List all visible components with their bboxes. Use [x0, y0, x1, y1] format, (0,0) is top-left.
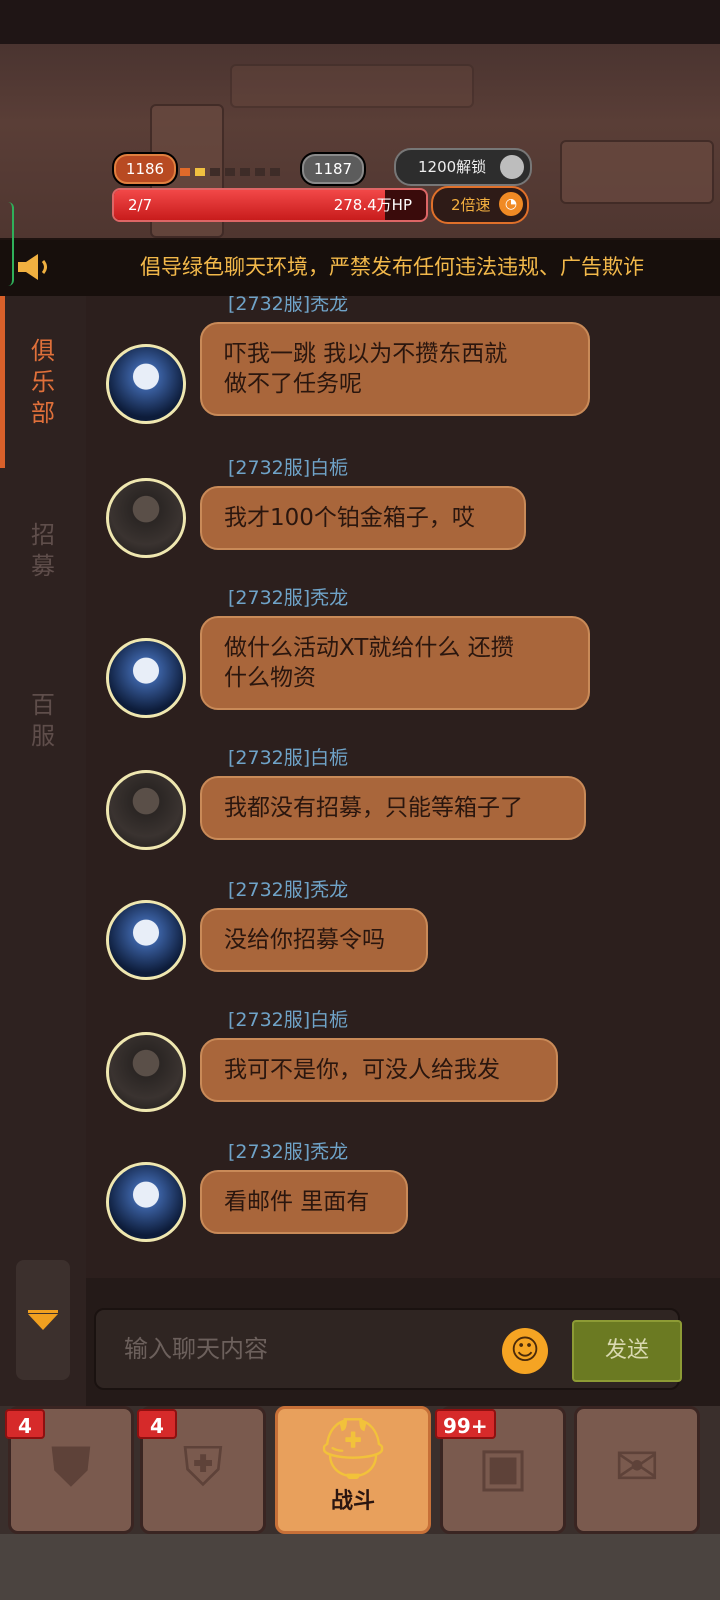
message-bubble: 没给你招募令吗 — [200, 908, 428, 972]
sender-name: [2732服]白栀 — [228, 747, 349, 769]
chest-armor-icon: ⛨ — [182, 1435, 224, 1498]
speed-label: 2倍速 — [451, 196, 491, 214]
nav-battle-button[interactable]: ⛑ 战斗 — [275, 1406, 431, 1534]
nav-battle-label: 战斗 — [330, 1489, 375, 1514]
wolf-moon-avatar[interactable] — [106, 344, 186, 424]
chat-input-placeholder: 输入聊天内容 — [124, 1335, 268, 1363]
system-nav-strip — [0, 1534, 720, 1600]
notice-banner: 倡导绿色聊天环境，严禁发布任何违法违规、广告欺诈 — [0, 238, 720, 296]
unlock-button[interactable]: 1200解锁 — [394, 148, 532, 186]
scroll-bottom-line — [28, 1310, 58, 1313]
notification-badge: 99+ — [435, 1409, 496, 1439]
side-edge-marker — [0, 202, 14, 286]
tab-club[interactable]: 俱乐部 — [26, 336, 60, 429]
sender-name: [2732服]秃龙 — [228, 879, 349, 901]
notification-badge: 4 — [137, 1409, 177, 1439]
nav-chest-button[interactable]: ▣ 99+ — [435, 1406, 566, 1534]
next-level-badge: 1187 — [300, 152, 366, 186]
wolf-moon-avatar[interactable] — [106, 1162, 186, 1242]
chat-message-list[interactable]: [2732服]秃龙 吓我一跳 我以为不攒东西就 做不了任务呢 [2732服]白栀… — [86, 296, 720, 1278]
active-tab-indicator — [0, 296, 5, 468]
scroll-to-bottom-button[interactable] — [16, 1260, 70, 1380]
unlock-label: 1200解锁 — [418, 158, 487, 176]
arrow-down-icon — [28, 1314, 58, 1330]
sender-name: [2732服]秃龙 — [228, 1141, 349, 1163]
sender-name: [2732服]白栀 — [228, 457, 349, 479]
boss-hp-bar: 2/7 278.4万HP — [112, 188, 428, 222]
tab-recruit[interactable]: 招募 — [26, 520, 60, 582]
speaker-icon — [18, 254, 47, 280]
ghost-icon — [500, 155, 524, 179]
status-bar — [0, 0, 720, 44]
message-bubble: 我可不是你，可没人给我发 — [200, 1038, 558, 1102]
current-level-badge: 1186 — [112, 152, 178, 186]
scroll-map-icon: ✉ — [614, 1435, 660, 1498]
message-bubble: 我才100个铂金箱子，哎 — [200, 486, 526, 550]
message-bubble: 吓我一跳 我以为不攒东西就 做不了任务呢 — [200, 322, 590, 416]
sender-name: [2732服]白栀 — [228, 1009, 349, 1031]
notice-text: 倡导绿色聊天环境，严禁发布任何违法违规、广告欺诈 — [140, 255, 644, 279]
level-progress-dots — [180, 161, 298, 176]
armor-icon: ⛊ — [50, 1435, 92, 1498]
young-man-avatar[interactable] — [106, 770, 186, 850]
wave-counter: 2/7 — [128, 196, 153, 214]
send-button[interactable]: 发送 — [572, 1320, 682, 1382]
young-man-avatar[interactable] — [106, 478, 186, 558]
nav-equipment-button[interactable]: ⛨ 4 — [137, 1406, 266, 1534]
battle-helmet-icon: ⛑ — [314, 1414, 392, 1484]
message-bubble: 我都没有招募，只能等箱子了 — [200, 776, 586, 840]
speedometer-icon: ◔ — [499, 192, 523, 216]
sender-name: [2732服]秃龙 — [228, 587, 349, 609]
message-bubble: 看邮件 里面有 — [200, 1170, 408, 1234]
young-man-avatar[interactable] — [106, 1032, 186, 1112]
chat-input-row: 输入聊天内容 ☺ 发送 — [86, 1278, 720, 1406]
chat-input-field[interactable]: 输入聊天内容 ☺ 发送 — [94, 1308, 682, 1390]
tab-all-servers[interactable]: 百服 — [26, 690, 60, 752]
wolf-moon-avatar[interactable] — [106, 638, 186, 718]
wolf-moon-avatar[interactable] — [106, 900, 186, 980]
channel-tabs: 俱乐部 招募 百服 — [0, 202, 86, 1406]
emoji-icon[interactable]: ☺ — [502, 1328, 548, 1374]
nav-armor-button[interactable]: ⛊ 4 — [5, 1406, 134, 1534]
hp-value: 278.4万HP — [333, 196, 412, 214]
nav-map-button[interactable]: ✉ — [574, 1406, 700, 1534]
notification-badge: 4 — [5, 1409, 45, 1439]
speed-toggle-button[interactable]: 2倍速 ◔ — [431, 186, 529, 224]
treasure-chest-icon: ▣ — [477, 1435, 529, 1498]
sender-name: [2732服]秃龙 — [228, 296, 349, 315]
message-bubble: 做什么活动XT就给什么 还攒 什么物资 — [200, 616, 590, 710]
